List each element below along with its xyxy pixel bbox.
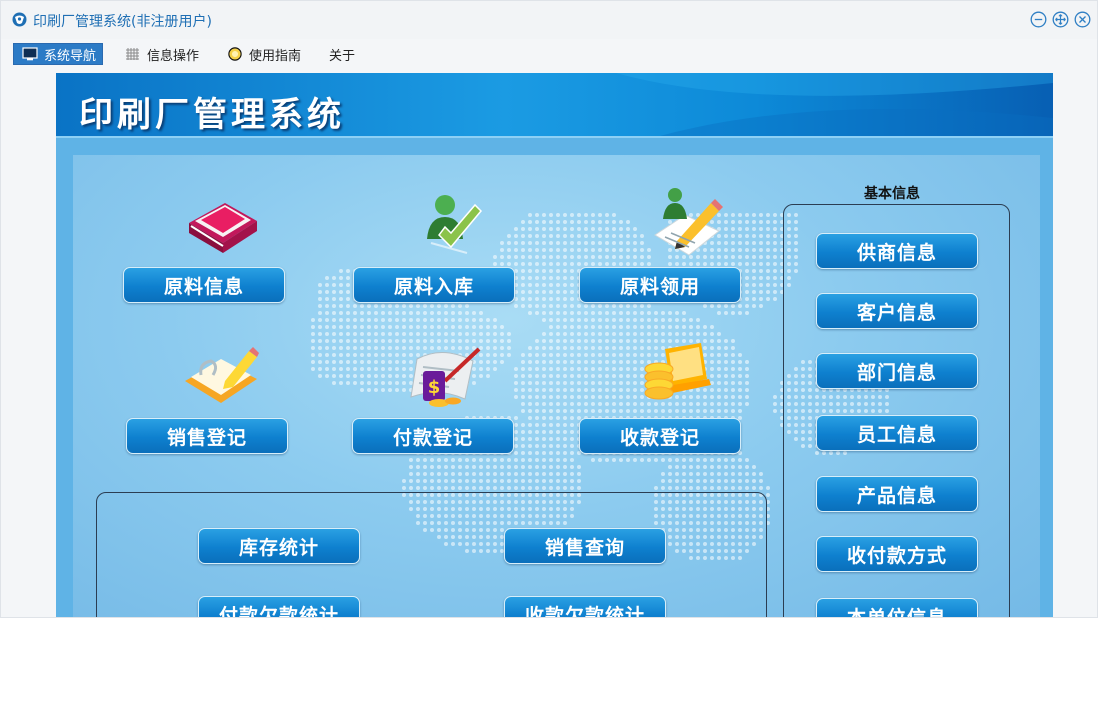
- btn-product-info[interactable]: 产品信息: [816, 476, 978, 512]
- menu-about[interactable]: 关于: [321, 43, 361, 65]
- menu-label: 信息操作: [147, 48, 200, 64]
- navigation-panel: $ 原料信息 原料入库 原料领用 销售登记 付款登记 收款登记 库存统计 销售查…: [73, 155, 1040, 617]
- menu-label: 系统导航: [44, 48, 97, 64]
- monitor-icon: [22, 47, 38, 61]
- maximize-icon[interactable]: [1052, 11, 1069, 28]
- btn-receivables-stats[interactable]: 收款欠款统计: [504, 596, 666, 617]
- btn-sales-query[interactable]: 销售查询: [504, 528, 666, 564]
- notepad-icon: [185, 347, 259, 403]
- menu-bar: 系统导航 信息操作 使用指南 关于: [1, 39, 1097, 73]
- btn-sales-register[interactable]: 销售登记: [126, 418, 288, 454]
- title-bar[interactable]: 印刷厂管理系统(非注册用户): [1, 1, 1097, 39]
- menu-label: 关于: [329, 48, 356, 64]
- window-title: 印刷厂管理系统(非注册用户): [33, 14, 212, 30]
- minimize-icon[interactable]: [1030, 11, 1047, 28]
- btn-payment-register[interactable]: 付款登记: [352, 418, 514, 454]
- grid-icon: [126, 48, 139, 60]
- book-icon: [189, 203, 257, 253]
- main-content: 印刷厂管理系统 $ 原料信息 原料入库 原料领用 销售登记 付款登记 收款登记 …: [56, 73, 1053, 617]
- lightbulb-icon: [228, 47, 242, 61]
- coins-laptop-icon: [644, 343, 711, 400]
- svg-text:$: $: [428, 377, 441, 398]
- money-scroll-icon: $: [410, 347, 481, 407]
- banner-title: 印刷厂管理系统: [79, 95, 345, 135]
- btn-receipt-register[interactable]: 收款登记: [579, 418, 741, 454]
- btn-payment-methods[interactable]: 收付款方式: [816, 536, 978, 572]
- btn-customer-info[interactable]: 客户信息: [816, 293, 978, 329]
- basic-info-label: 基本信息: [864, 186, 920, 202]
- user-check-icon: [427, 195, 483, 254]
- menu-info-ops[interactable]: 信息操作: [117, 43, 205, 65]
- btn-department-info[interactable]: 部门信息: [816, 353, 978, 389]
- user-edit-icon: [654, 188, 723, 256]
- menu-label: 使用指南: [249, 48, 302, 64]
- btn-employee-info[interactable]: 员工信息: [816, 415, 978, 451]
- app-window: 印刷厂管理系统(非注册用户) 系统导航 信息操作 使用指南 关于 印刷厂管理系统…: [0, 0, 1098, 618]
- app-logo-icon: [12, 12, 27, 27]
- btn-inventory-stats[interactable]: 库存统计: [198, 528, 360, 564]
- btn-payables-stats[interactable]: 付款欠款统计: [198, 596, 360, 617]
- banner-divider: [56, 136, 1053, 138]
- btn-material-stock-in[interactable]: 原料入库: [353, 267, 515, 303]
- statistics-group: [96, 492, 767, 617]
- btn-material-info[interactable]: 原料信息: [123, 267, 285, 303]
- banner: 印刷厂管理系统: [56, 73, 1053, 137]
- btn-material-requisition[interactable]: 原料领用: [579, 267, 741, 303]
- btn-supplier-info[interactable]: 供商信息: [816, 233, 978, 269]
- menu-system-nav[interactable]: 系统导航: [13, 43, 104, 65]
- close-icon[interactable]: [1074, 11, 1091, 28]
- menu-user-guide[interactable]: 使用指南: [219, 43, 307, 65]
- btn-company-info[interactable]: 本单位信息: [816, 598, 978, 617]
